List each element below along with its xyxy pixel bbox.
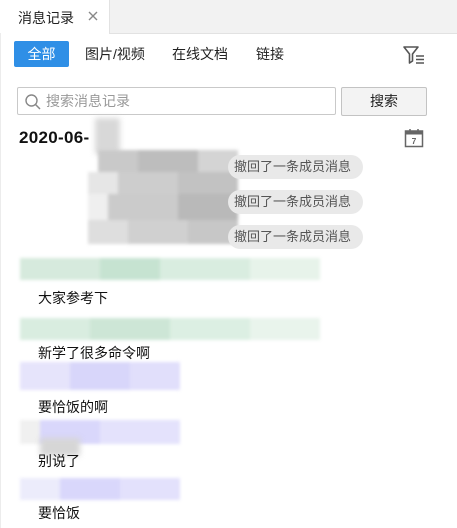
redacted-avatar-block — [95, 118, 120, 154]
search-button[interactable]: 搜索 — [341, 87, 427, 116]
tab-title: 消息记录 — [18, 10, 74, 26]
recall-notice: 撤回了一条成员消息 — [228, 155, 364, 179]
close-icon[interactable] — [86, 9, 100, 23]
search-input[interactable] — [46, 88, 331, 114]
left-divider — [0, 33, 1, 528]
filter-tab-media[interactable]: 图片/视频 — [78, 41, 152, 67]
filter-tab-all[interactable]: 全部 — [14, 41, 69, 67]
filter-tab-links[interactable]: 链接 — [250, 41, 290, 67]
svg-text:7: 7 — [412, 136, 417, 146]
redacted-sender-name — [20, 362, 180, 390]
tab-message-history[interactable]: 消息记录 — [0, 0, 110, 34]
search-box — [17, 87, 336, 115]
filter-tabs: 全部 图片/视频 在线文档 链接 — [0, 40, 457, 70]
redacted-sender-name — [20, 318, 320, 340]
message-text: 要恰饭 — [38, 505, 80, 521]
filter-tab-docs[interactable]: 在线文档 — [166, 41, 234, 67]
message-history-window: 消息记录 全部 图片/视频 在线文档 链接 搜索 2020-06- 7 — [0, 0, 457, 528]
redacted-sender-name — [20, 258, 320, 280]
message-text: 大家参考下 — [38, 290, 108, 306]
calendar-icon[interactable]: 7 — [404, 128, 424, 148]
filter-icon[interactable] — [402, 44, 426, 66]
search-icon — [25, 94, 41, 110]
recall-notice: 撤回了一条成员消息 — [228, 190, 364, 214]
message-text: 别说了 — [38, 453, 80, 469]
redacted-sender-name — [20, 478, 180, 500]
date-header: 2020-06- — [19, 128, 90, 147]
tab-bar: 消息记录 — [0, 0, 457, 34]
message-text: 要恰饭的啊 — [38, 399, 108, 415]
redacted-sender-block — [88, 150, 238, 248]
message-text: 新学了很多命令啊 — [38, 345, 150, 361]
recall-notice: 撤回了一条成员消息 — [228, 225, 364, 249]
